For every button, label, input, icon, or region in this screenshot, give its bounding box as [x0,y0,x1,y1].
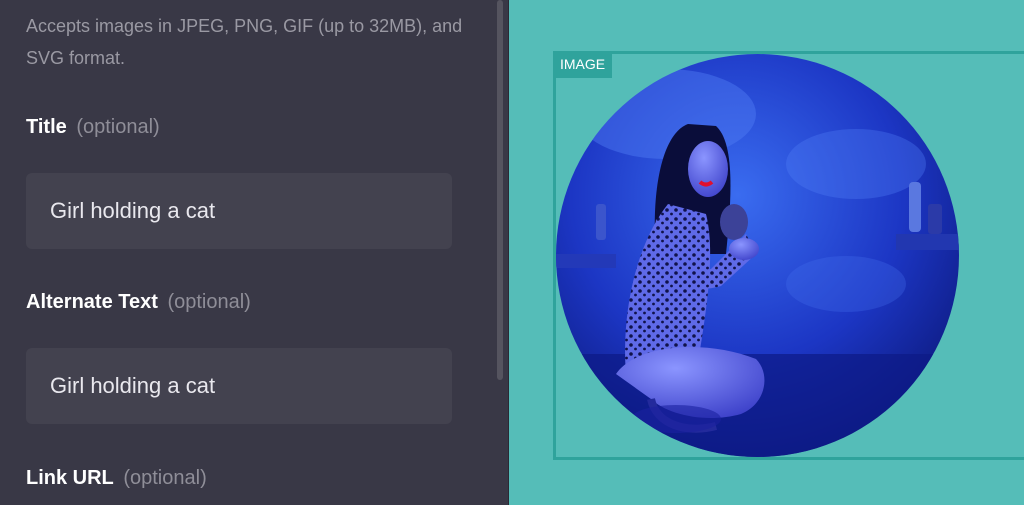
file-format-helper-text: Accepts images in JPEG, PNG, GIF (up to … [26,16,463,68]
link-url-optional-hint: (optional) [123,467,207,489]
title-label-text: Title [26,116,67,138]
title-input[interactable]: Girl holding a cat [26,173,452,249]
alt-text-label-text: Alternate Text [26,291,158,313]
link-url-label-text: Link URL [26,467,114,489]
alt-text-input[interactable]: Girl holding a cat [26,348,452,424]
title-optional-hint: (optional) [76,116,160,138]
circular-photo-image[interactable] [556,54,959,457]
alt-text-optional-hint: (optional) [167,291,251,313]
panel-scrollbar[interactable] [497,0,503,380]
image-block-tag: IMAGE [553,51,613,78]
alt-text-field-label: Alternate Text (optional) [26,291,251,314]
link-url-field-label: Link URL (optional) [26,467,207,490]
title-field-label: Title (optional) [26,116,160,139]
settings-panel: Accepts images in JPEG, PNG, GIF (up to … [0,0,508,505]
